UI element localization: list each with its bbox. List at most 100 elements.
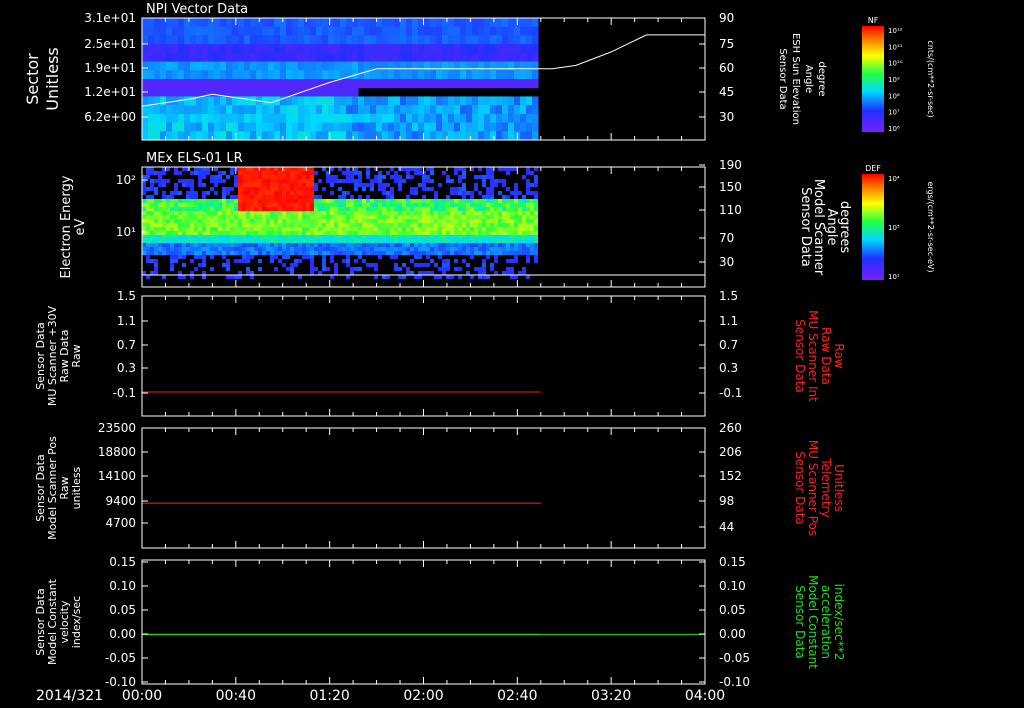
heatmap-cell bbox=[250, 255, 254, 259]
heatmap-cell bbox=[474, 207, 478, 211]
heatmap-cell bbox=[242, 195, 246, 199]
heatmap-cell bbox=[298, 52, 305, 63]
heatmap-cell bbox=[250, 131, 257, 141]
heatmap-cell bbox=[196, 70, 203, 80]
heatmap-cell bbox=[410, 175, 414, 179]
heatmap-cell bbox=[474, 251, 478, 255]
heatmap-cell bbox=[418, 235, 422, 239]
heatmap-cell bbox=[422, 187, 426, 191]
heatmap-cell bbox=[290, 179, 294, 183]
heatmap-cell bbox=[318, 231, 322, 235]
heatmap-cell bbox=[354, 223, 358, 227]
heatmap-cell bbox=[326, 247, 330, 251]
heatmap-cell bbox=[436, 35, 443, 45]
heatmap-cell bbox=[178, 52, 185, 63]
heatmap-cell bbox=[330, 259, 334, 263]
heatmap-cell bbox=[406, 175, 410, 179]
heatmap-cell bbox=[178, 44, 185, 54]
heatmap-cell bbox=[202, 219, 206, 223]
heatmap-cell bbox=[190, 179, 194, 183]
heatmap-cell bbox=[522, 251, 526, 255]
heatmap-cell bbox=[226, 203, 230, 207]
heatmap-cell bbox=[434, 223, 438, 227]
heatmap-cell bbox=[430, 259, 434, 263]
heatmap-cell bbox=[442, 18, 449, 28]
heatmap-cell bbox=[148, 26, 155, 36]
heatmap-cell bbox=[342, 199, 346, 203]
heatmap-cell bbox=[258, 179, 262, 183]
heatmap-cell bbox=[174, 199, 178, 203]
heatmap-cell bbox=[250, 35, 257, 45]
heatmap-cell bbox=[410, 259, 414, 263]
y-tick-label-right: 150 bbox=[719, 180, 742, 194]
y-axis-label-right: Raw bbox=[832, 343, 846, 368]
heatmap-cell bbox=[370, 223, 374, 227]
heatmap-cell bbox=[274, 131, 281, 141]
heatmap-cell bbox=[484, 113, 491, 124]
heatmap-cell bbox=[436, 105, 443, 115]
heatmap-cell bbox=[346, 235, 350, 239]
heatmap-cell bbox=[370, 247, 374, 251]
heatmap-cell bbox=[190, 251, 194, 255]
heatmap-cell bbox=[388, 52, 395, 63]
heatmap-cell bbox=[302, 171, 306, 175]
heatmap-cell bbox=[234, 175, 238, 179]
heatmap-cell bbox=[154, 87, 161, 97]
heatmap-cell bbox=[374, 207, 378, 211]
y-axis-label-right: acceleration bbox=[819, 585, 833, 659]
heatmap-cell bbox=[498, 243, 502, 247]
heatmap-cell bbox=[484, 70, 491, 80]
heatmap-cell bbox=[174, 239, 178, 243]
heatmap-cell bbox=[478, 211, 482, 215]
heatmap-cell bbox=[142, 227, 146, 231]
chart-figure: NPI Vector Data3.1e+012.5e+011.9e+011.2e… bbox=[23, 2, 935, 704]
y-tick-label-right: 0.10 bbox=[719, 579, 746, 593]
heatmap-cell bbox=[202, 183, 206, 187]
heatmap-cell bbox=[254, 211, 258, 215]
heatmap-cell bbox=[434, 243, 438, 247]
heatmap-cell bbox=[530, 215, 534, 219]
heatmap-cell bbox=[442, 271, 446, 275]
heatmap-cell bbox=[154, 191, 158, 195]
heatmap-cell bbox=[438, 251, 442, 255]
heatmap-cell bbox=[274, 211, 278, 215]
heatmap-cell bbox=[278, 179, 282, 183]
y-tick-label-left: 0.15 bbox=[109, 555, 136, 569]
heatmap-cell bbox=[354, 239, 358, 243]
heatmap-cell bbox=[494, 199, 498, 203]
heatmap-cell bbox=[526, 35, 533, 45]
heatmap-cell bbox=[270, 199, 274, 203]
heatmap-cell bbox=[310, 131, 317, 141]
heatmap-cell bbox=[522, 199, 526, 203]
heatmap-cell bbox=[418, 271, 422, 275]
heatmap-cell bbox=[494, 215, 498, 219]
heatmap-cell bbox=[394, 35, 401, 45]
heatmap-cell bbox=[450, 223, 454, 227]
heatmap-cell bbox=[322, 70, 329, 80]
heatmap-cell bbox=[194, 247, 198, 251]
heatmap-cell bbox=[214, 44, 221, 54]
heatmap-cell bbox=[402, 211, 406, 215]
heatmap-cell bbox=[330, 175, 334, 179]
heatmap-cell bbox=[424, 96, 431, 106]
heatmap-cell bbox=[218, 203, 222, 207]
heatmap-cell bbox=[442, 267, 446, 271]
heatmap-cell bbox=[364, 131, 371, 141]
heatmap-cell bbox=[442, 263, 446, 267]
heatmap-cell bbox=[434, 263, 438, 267]
heatmap-cell bbox=[526, 215, 530, 219]
heatmap-cell bbox=[350, 179, 354, 183]
heatmap-cell bbox=[226, 96, 233, 106]
heatmap-cell bbox=[510, 227, 514, 231]
heatmap-cell bbox=[290, 203, 294, 207]
heatmap-cell bbox=[510, 199, 514, 203]
heatmap-cell bbox=[290, 191, 294, 195]
heatmap-cell bbox=[274, 171, 278, 175]
heatmap-cell bbox=[410, 167, 414, 171]
heatmap-cell bbox=[210, 231, 214, 235]
heatmap-cell bbox=[210, 215, 214, 219]
heatmap-cell bbox=[358, 215, 362, 219]
heatmap-cell bbox=[214, 70, 221, 80]
heatmap-cell bbox=[412, 61, 419, 71]
heatmap-cell bbox=[454, 267, 458, 271]
